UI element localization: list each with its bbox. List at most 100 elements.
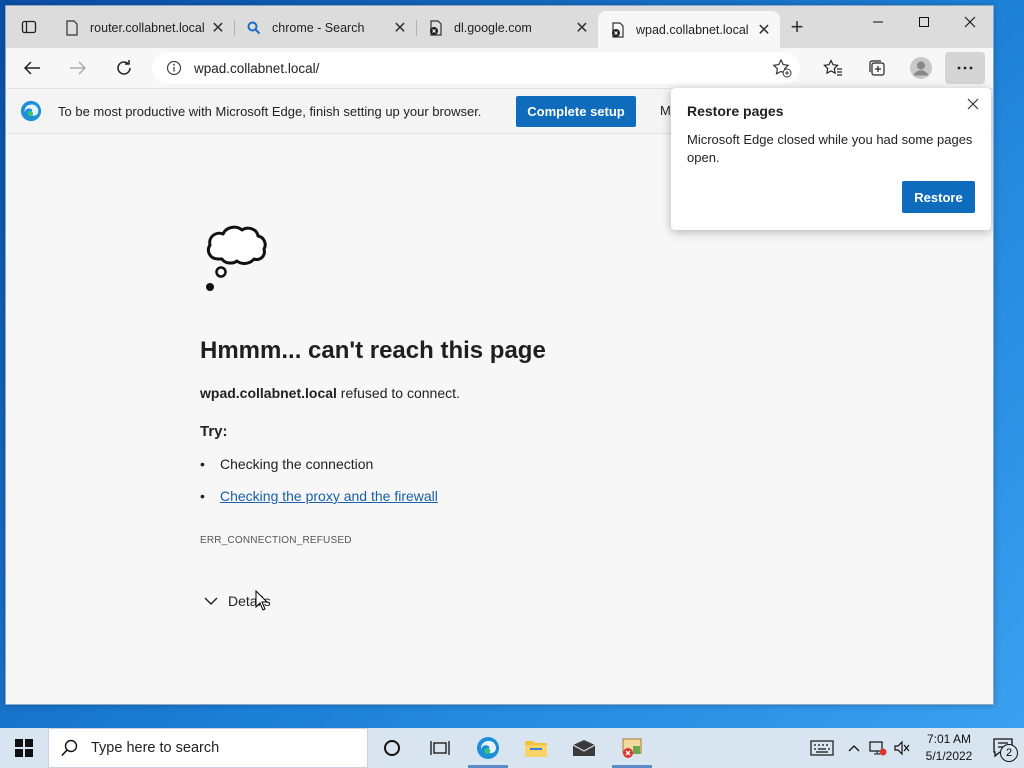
profile-button[interactable]: [901, 51, 941, 85]
page-icon: [64, 20, 80, 36]
cortana-button[interactable]: [368, 728, 416, 768]
page-error-icon: [428, 20, 444, 36]
error-host-suffix: refused to connect.: [336, 385, 460, 401]
proxy-firewall-link[interactable]: Checking the proxy and the firewall: [220, 488, 438, 504]
address-url[interactable]: wpad.collabnet.local/: [194, 61, 319, 76]
tab-router[interactable]: router.collabnet.local ✕: [52, 11, 234, 45]
edge-logo-icon: [477, 737, 499, 759]
action-center-button[interactable]: 2: [984, 728, 1024, 768]
collections-icon: [869, 60, 885, 76]
popup-close-button[interactable]: [963, 94, 983, 114]
edge-window: router.collabnet.local ✕ chrome - Search…: [5, 5, 994, 705]
error-code: ERR_CONNECTION_REFUSED: [200, 535, 352, 546]
new-tab-button[interactable]: +: [780, 6, 814, 48]
tab-chrome-search[interactable]: chrome - Search ✕: [234, 11, 416, 45]
restore-pages-popup: Restore pages Microsoft Edge closed whil…: [671, 88, 991, 230]
add-favorite-button[interactable]: [772, 58, 792, 83]
tab-wpad[interactable]: wpad.collabnet.local ✕: [598, 11, 780, 48]
restore-button[interactable]: Restore: [902, 181, 975, 213]
tab-close-icon[interactable]: ✕: [756, 22, 772, 39]
refresh-icon: [117, 60, 131, 75]
taskbar-file-explorer[interactable]: [512, 728, 560, 768]
clock-time: 7:01 AM: [926, 732, 972, 746]
avatar-icon: [910, 57, 932, 79]
window-controls: [855, 6, 993, 38]
network-status-button[interactable]: [866, 728, 890, 768]
forward-button[interactable]: [58, 51, 98, 85]
tab-close-icon[interactable]: ✕: [392, 20, 408, 37]
close-icon: [967, 98, 979, 110]
refresh-button[interactable]: [104, 51, 144, 85]
task-view-icon: [430, 741, 450, 755]
address-bar[interactable]: wpad.collabnet.local/: [152, 52, 800, 84]
maximize-button[interactable]: [901, 6, 947, 38]
keyboard-button[interactable]: [802, 728, 842, 768]
tab-actions-button[interactable]: [6, 6, 52, 48]
start-button[interactable]: [0, 728, 48, 768]
mouse-cursor-icon: [255, 590, 269, 611]
collections-button[interactable]: [857, 51, 897, 85]
network-tool-icon: [622, 738, 642, 758]
close-window-button[interactable]: [947, 6, 993, 38]
cortana-icon: [384, 740, 400, 756]
show-hidden-icons-button[interactable]: [842, 728, 866, 768]
task-view-button[interactable]: [416, 728, 464, 768]
minimize-icon: [873, 21, 883, 23]
notification-count-badge: 2: [1000, 744, 1018, 762]
taskbar-search-box[interactable]: Type here to search: [48, 728, 368, 768]
popup-message: Microsoft Edge closed while you had some…: [687, 132, 973, 165]
chevron-up-icon: [848, 745, 860, 752]
search-icon: [61, 739, 78, 757]
speaker-muted-icon: [894, 740, 910, 756]
bullet: •: [200, 456, 205, 472]
favorites-button[interactable]: [813, 51, 853, 85]
popup-title: Restore pages: [687, 103, 784, 119]
taskbar-clock[interactable]: 7:01 AM 5/1/2022: [914, 731, 984, 765]
settings-menu-button[interactable]: [945, 51, 985, 85]
tab-dl-google[interactable]: dl.google.com ✕: [416, 11, 598, 45]
minimize-button[interactable]: [855, 6, 901, 38]
network-icon: [869, 741, 887, 756]
toolbar: wpad.collabnet.local/: [6, 48, 993, 88]
back-arrow-icon: [23, 61, 40, 75]
maybe-later-button[interactable]: M: [660, 103, 671, 118]
error-host: wpad.collabnet.local: [200, 385, 337, 401]
chevron-down-icon: [204, 597, 218, 605]
tab-title: wpad.collabnet.local: [636, 22, 749, 37]
tab-title: router.collabnet.local: [90, 21, 205, 35]
tab-close-icon[interactable]: ✕: [574, 20, 590, 37]
windows-logo-icon: [15, 739, 33, 757]
suggestion-text: Checking the connection: [220, 456, 374, 472]
mail-icon: [572, 740, 596, 756]
edge-logo-icon: [20, 100, 42, 122]
toolbar-right: [809, 48, 993, 88]
keyboard-icon: [810, 740, 834, 756]
favorites-icon: [823, 59, 842, 76]
tab-title: dl.google.com: [454, 21, 532, 35]
complete-setup-button[interactable]: Complete setup: [516, 96, 636, 127]
search-icon: [246, 20, 262, 36]
taskbar-mail[interactable]: [560, 728, 608, 768]
back-button[interactable]: [12, 51, 52, 85]
tab-strip: router.collabnet.local ✕ chrome - Search…: [6, 6, 993, 48]
tab-actions-icon: [21, 20, 37, 34]
info-icon[interactable]: [166, 60, 182, 76]
try-label: Try:: [200, 423, 228, 440]
search-placeholder: Type here to search: [91, 740, 220, 756]
page-error-icon: [610, 21, 626, 38]
bullet: •: [200, 488, 205, 504]
clock-date: 5/1/2022: [925, 749, 973, 763]
more-icon: [945, 52, 985, 84]
volume-button[interactable]: [890, 728, 914, 768]
close-icon: [964, 16, 976, 28]
tab-close-icon[interactable]: ✕: [210, 20, 226, 37]
setup-message: To be most productive with Microsoft Edg…: [58, 103, 482, 119]
star-add-icon: [772, 58, 792, 78]
tab-title: chrome - Search: [272, 21, 365, 35]
suggestion-item: • Checking the proxy and the firewall: [200, 488, 438, 504]
taskbar-network-tool[interactable]: [608, 728, 656, 768]
system-tray: 7:01 AM 5/1/2022 2: [802, 728, 1024, 768]
taskbar-edge[interactable]: [464, 728, 512, 768]
maximize-icon: [919, 17, 929, 27]
error-host-line: wpad.collabnet.local refused to connect.: [200, 385, 460, 401]
